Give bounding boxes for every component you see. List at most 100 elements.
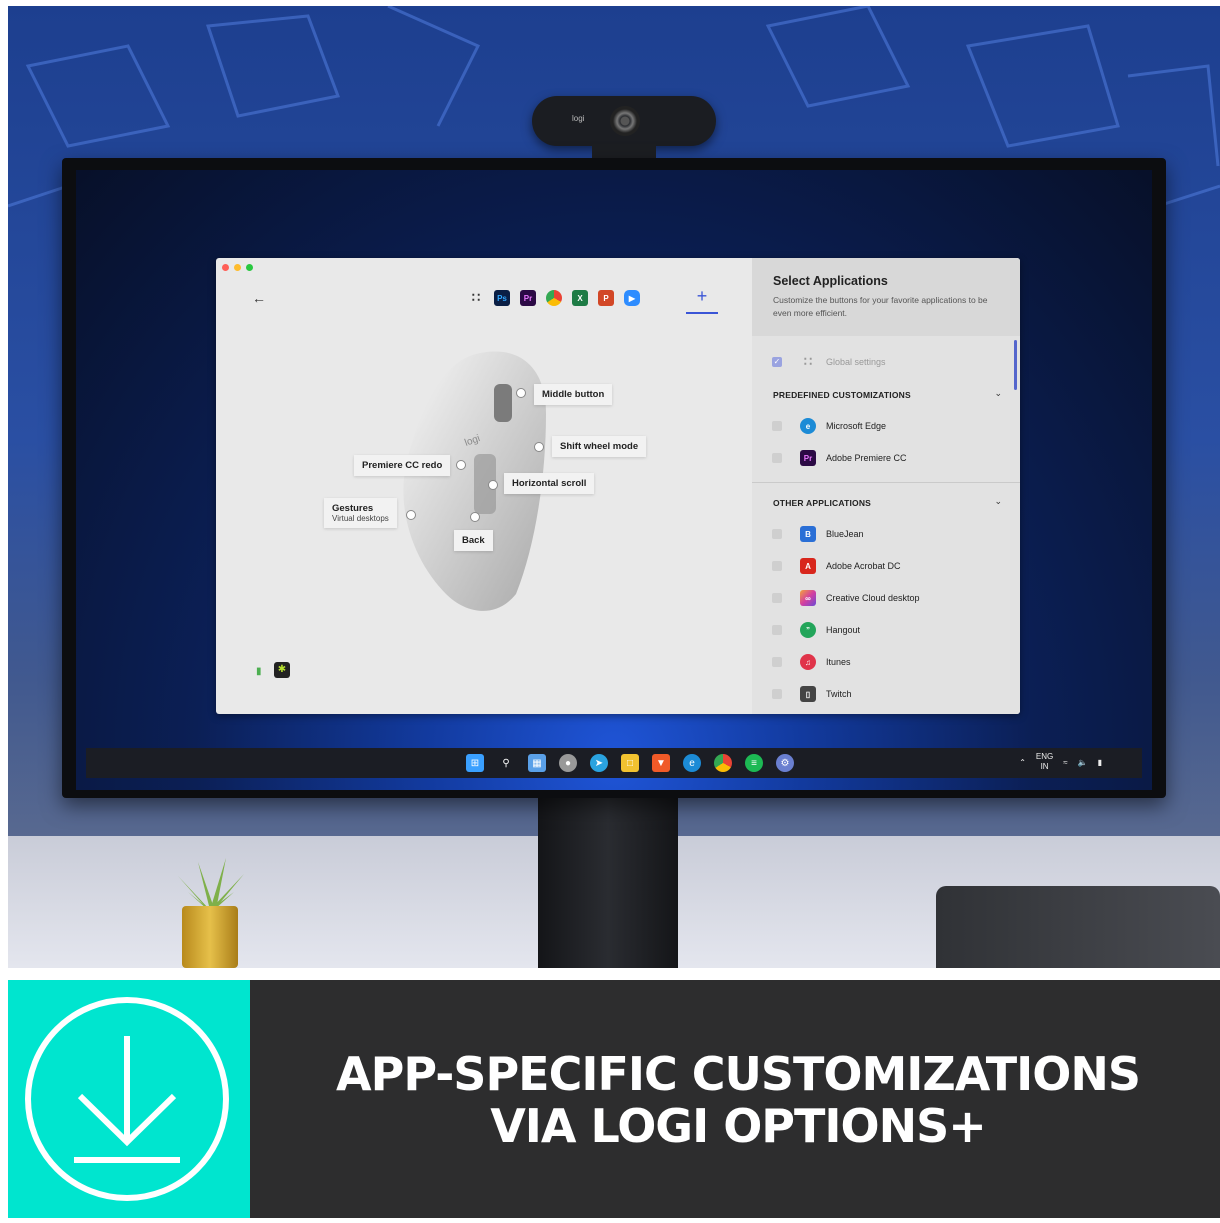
callout-middle-button[interactable]: Middle button <box>534 384 613 405</box>
edge-taskbar-icon[interactable]: e <box>683 754 701 772</box>
succulent-plant <box>178 858 244 910</box>
search-icon[interactable]: ⚲ <box>497 754 515 772</box>
gestures-hotspot[interactable] <box>406 510 416 520</box>
battery-tray-icon[interactable]: ▮ <box>1098 758 1102 767</box>
webcam-lens <box>610 106 640 136</box>
hangout-label: Hangout <box>826 625 861 635</box>
creative-cloud-label: Creative Cloud desktop <box>826 593 920 603</box>
receiver-icon[interactable]: ✱ <box>274 662 290 678</box>
creative-cloud-checkbox[interactable] <box>772 593 782 603</box>
gestures-sublabel: Virtual desktops <box>332 514 389 523</box>
app-tabs: ∷ Ps Pr X P ▶ <box>468 290 640 306</box>
tab-powerpoint[interactable]: P <box>598 290 614 306</box>
plant-pot <box>182 906 238 968</box>
premiere-icon: Pr <box>800 450 816 466</box>
app-row-creative-cloud[interactable]: ∞ Creative Cloud desktop <box>772 589 920 607</box>
bluejean-checkbox[interactable] <box>772 529 782 539</box>
global-settings-label: Global settings <box>826 357 886 367</box>
app-row-acrobat[interactable]: A Adobe Acrobat DC <box>772 557 901 575</box>
feature-banner: APP-SPECIFIC CUSTOMIZATIONS VIA LOGI OPT… <box>8 980 1220 1218</box>
callout-back[interactable]: Back <box>454 530 493 551</box>
webcam-logo: logi <box>572 114 585 123</box>
chrome-taskbar-icon[interactable] <box>714 754 732 772</box>
tab-zoom[interactable]: ▶ <box>624 290 640 306</box>
banner-headline: APP-SPECIFIC CUSTOMIZATIONS VIA LOGI OPT… <box>308 1048 1168 1152</box>
premiere-redo-hotspot[interactable] <box>456 460 466 470</box>
taskbar-icons: ⊞ ⚲ ▦ ● ➤ □ ▼ e ≡ ⚙ <box>466 754 794 772</box>
monitor-stand <box>538 798 678 968</box>
chevron-up-icon[interactable]: ⌃ <box>1019 758 1026 767</box>
speaker <box>936 886 1220 968</box>
maximize-window-button[interactable] <box>246 264 253 271</box>
minimize-window-button[interactable] <box>234 264 241 271</box>
tab-photoshop[interactable]: Ps <box>494 290 510 306</box>
brave-icon[interactable]: ▼ <box>652 754 670 772</box>
gestures-label: Gestures <box>332 503 374 514</box>
file-explorer-icon[interactable]: □ <box>621 754 639 772</box>
panel-scrollbar[interactable] <box>1014 340 1017 390</box>
widgets-icon[interactable]: ▦ <box>528 754 546 772</box>
back-arrow-icon[interactable]: ← <box>252 290 266 306</box>
callout-gestures[interactable]: Gestures Virtual desktops <box>324 498 397 528</box>
tab-excel[interactable]: X <box>572 290 588 306</box>
webcam: logi <box>532 96 716 146</box>
app-row-bluejean[interactable]: B BlueJean <box>772 525 864 543</box>
edge-icon: e <box>800 418 816 434</box>
acrobat-checkbox[interactable] <box>772 561 782 571</box>
itunes-checkbox[interactable] <box>772 657 782 667</box>
download-badge <box>8 980 250 1218</box>
download-icon <box>25 997 229 1201</box>
other-apps-chevron-icon[interactable]: ⌄ <box>994 496 1002 507</box>
horizontal-scroll-hotspot[interactable] <box>488 480 498 490</box>
app-row-premiere[interactable]: Pr Adobe Premiere CC <box>772 449 907 467</box>
logi-options-window: ← ∷ Ps Pr X P ▶ + logi Middle button Shi… <box>216 258 1020 714</box>
callout-shift-wheel-mode[interactable]: Shift wheel mode <box>552 436 647 457</box>
bluejeans-icon: B <box>800 526 816 542</box>
shift-wheel-hotspot[interactable] <box>534 442 544 452</box>
back-hotspot[interactable] <box>470 512 480 522</box>
edge-checkbox[interactable] <box>772 421 782 431</box>
app-row-hangout[interactable]: ” Hangout <box>772 621 860 639</box>
desktop-screen: ← ∷ Ps Pr X P ▶ + logi Middle button Shi… <box>76 170 1152 790</box>
product-photo: logi ← ∷ Ps Pr X P ▶ + logi Middle butto… <box>8 6 1220 968</box>
app-row-edge[interactable]: e Microsoft Edge <box>772 417 886 435</box>
premiere-checkbox[interactable] <box>772 453 782 463</box>
tab-chrome[interactable] <box>546 290 562 306</box>
lang-top: ENG <box>1035 752 1054 761</box>
callout-horizontal-scroll[interactable]: Horizontal scroll <box>504 473 595 494</box>
bluejean-label: BlueJean <box>826 529 864 539</box>
headline-line-2: VIA LOGI OPTIONS+ <box>490 1099 987 1153</box>
predefined-chevron-icon[interactable]: ⌄ <box>994 388 1002 399</box>
premiere-label: Adobe Premiere CC <box>826 453 907 463</box>
twitch-checkbox[interactable] <box>772 689 782 699</box>
app-icon[interactable]: ● <box>559 754 577 772</box>
headline-line-1: APP-SPECIFIC CUSTOMIZATIONS <box>336 1047 1141 1101</box>
telegram-icon[interactable]: ➤ <box>590 754 608 772</box>
language-indicator[interactable]: ENG IN <box>1036 752 1053 772</box>
acrobat-label: Adobe Acrobat DC <box>826 561 901 571</box>
wifi-icon[interactable]: ≈ <box>1063 758 1067 767</box>
hangouts-icon: ” <box>800 622 816 638</box>
add-application-tab[interactable]: + <box>686 286 718 314</box>
global-settings-row[interactable]: ✓ ∷ Global settings <box>772 353 886 371</box>
twitch-icon: ▯ <box>800 686 816 702</box>
volume-icon[interactable]: 🔈 <box>1078 758 1088 767</box>
callout-premiere-redo[interactable]: Premiere CC redo <box>354 455 451 476</box>
spotify-icon[interactable]: ≡ <box>745 754 763 772</box>
settings-icon[interactable]: ⚙ <box>776 754 794 772</box>
hangout-checkbox[interactable] <box>772 625 782 635</box>
monitor: ← ∷ Ps Pr X P ▶ + logi Middle button Shi… <box>62 158 1166 798</box>
global-settings-checkbox[interactable]: ✓ <box>772 357 782 367</box>
middle-button-hotspot[interactable] <box>516 388 526 398</box>
app-row-twitch[interactable]: ▯ Twitch <box>772 685 852 703</box>
start-icon[interactable]: ⊞ <box>466 754 484 772</box>
system-tray: ⌃ ENG IN ≈ 🔈 ▮ <box>1019 752 1102 772</box>
itunes-label: Itunes <box>826 657 851 667</box>
tab-premiere[interactable]: Pr <box>520 290 536 306</box>
predefined-heading: PREDEFINED CUSTOMIZATIONS <box>773 390 911 400</box>
creative-cloud-icon: ∞ <box>800 590 816 606</box>
app-row-itunes[interactable]: ♫ Itunes <box>772 653 851 671</box>
close-window-button[interactable] <box>222 264 229 271</box>
tab-global-settings[interactable]: ∷ <box>468 290 484 306</box>
battery-icon: ▮ <box>256 666 262 677</box>
